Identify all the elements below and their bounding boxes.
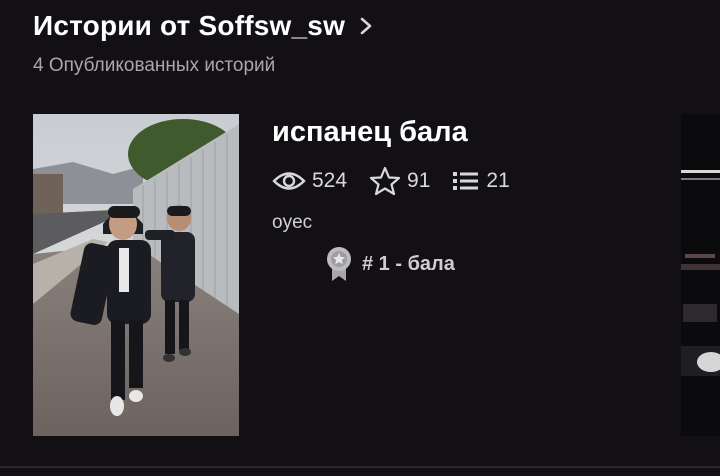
ribbon-badge-icon bbox=[327, 247, 351, 281]
section-divider bbox=[0, 466, 720, 468]
story-rank[interactable]: # 1 - бала bbox=[324, 246, 455, 282]
views-stat: 524 bbox=[272, 169, 347, 193]
next-cover-photo bbox=[681, 114, 720, 436]
eye-icon bbox=[272, 172, 306, 190]
votes-count: 91 bbox=[407, 169, 431, 192]
header-subtitle: 4 Опубликованных историй bbox=[33, 55, 276, 76]
star-icon bbox=[369, 166, 401, 196]
stories-header-link[interactable]: Истории от Soffsw_sw bbox=[33, 10, 373, 42]
parts-stat: 21 bbox=[452, 169, 510, 193]
views-count: 524 bbox=[312, 169, 348, 192]
parts-count: 21 bbox=[486, 169, 510, 192]
chevron-right-icon bbox=[360, 17, 372, 35]
rank-label: # 1 - бала bbox=[362, 252, 455, 275]
story-stats: 524 91 21 bbox=[272, 166, 532, 196]
cover-photo bbox=[33, 114, 239, 436]
story-cover-image[interactable] bbox=[33, 114, 239, 436]
next-story-cover[interactable] bbox=[681, 114, 720, 436]
list-icon bbox=[453, 172, 479, 190]
story-description: oyec bbox=[272, 212, 313, 233]
votes-stat: 91 bbox=[369, 166, 430, 196]
story-title[interactable]: испанец бала bbox=[272, 116, 468, 149]
header-title: Истории от Soffsw_sw bbox=[33, 10, 346, 41]
